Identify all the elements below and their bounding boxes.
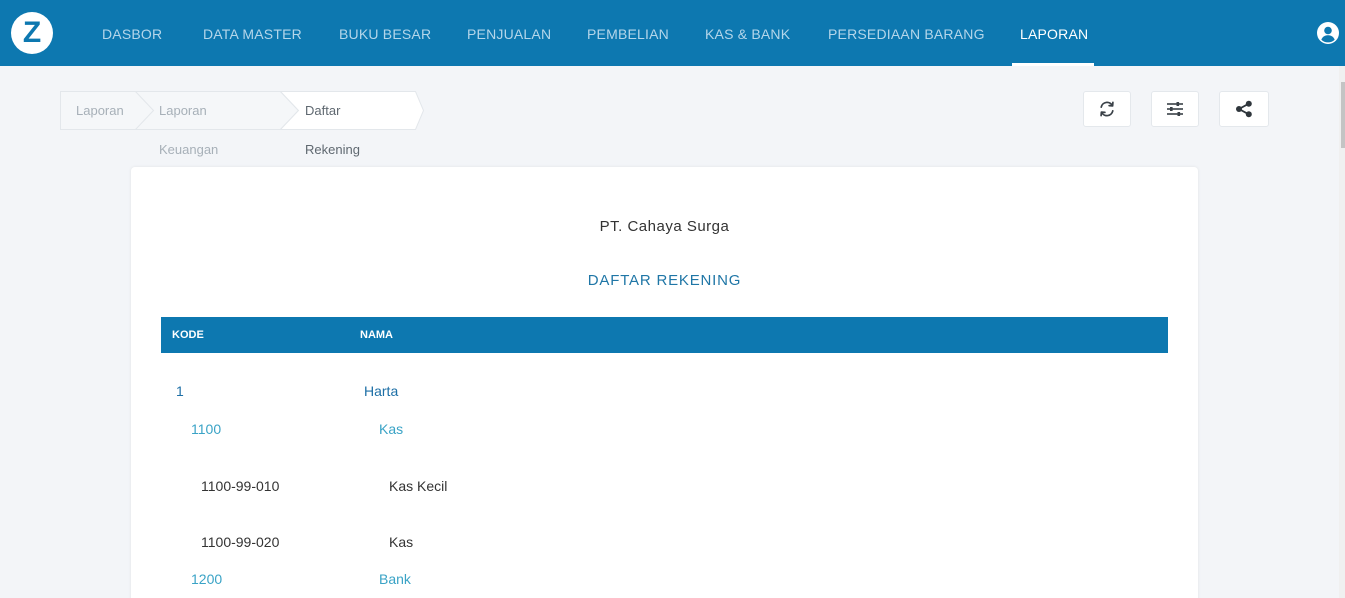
account-code: 1100-99-020: [201, 534, 280, 550]
account-name[interactable]: Bank: [379, 571, 411, 587]
top-navbar: Z DASBOR DATA MASTER BUKU BESAR PENJUALA…: [0, 0, 1345, 66]
nav-dasbor[interactable]: DASBOR: [102, 0, 162, 66]
account-code: 1100-99-010: [201, 478, 280, 494]
account-name[interactable]: Kas: [389, 534, 413, 550]
share-icon: [1236, 100, 1252, 118]
breadcrumb-laporan[interactable]: Laporan: [76, 91, 124, 130]
column-header-kode: KODE: [172, 329, 204, 341]
nav-pembelian[interactable]: PEMBELIAN: [587, 0, 669, 66]
app-logo[interactable]: Z: [11, 12, 53, 54]
account-code: 1: [176, 383, 184, 399]
report-title: DAFTAR REKENING: [587, 272, 742, 289]
sliders-icon: [1167, 102, 1183, 116]
nav-buku-besar[interactable]: BUKU BESAR: [339, 0, 431, 66]
nav-penjualan[interactable]: PENJUALAN: [467, 0, 551, 66]
nav-laporan[interactable]: LAPORAN: [1020, 0, 1088, 66]
account-code: 1100: [191, 421, 222, 437]
breadcrumb-daftar-rekening: Daftar Rekening: [305, 103, 360, 157]
company-name: PT. Cahaya Surga: [599, 218, 730, 235]
user-account-icon[interactable]: [1317, 22, 1339, 44]
refresh-button[interactable]: [1083, 91, 1131, 127]
breadcrumb-laporan-keuangan[interactable]: Laporan Keuangan: [159, 91, 218, 157]
share-button[interactable]: [1219, 91, 1269, 127]
account-name[interactable]: Harta: [364, 383, 398, 399]
active-nav-indicator: [1012, 63, 1094, 66]
column-header-nama: NAMA: [360, 329, 393, 341]
table-header: KODE NAMA: [161, 317, 1168, 353]
nav-data-master[interactable]: DATA MASTER: [203, 0, 302, 66]
account-name[interactable]: Kas: [379, 421, 403, 437]
nav-persediaan-barang[interactable]: PERSEDIAAN BARANG: [828, 0, 985, 66]
account-code: 1200: [191, 571, 223, 587]
account-name[interactable]: Kas Kecil: [389, 478, 447, 494]
logo-letter: Z: [22, 16, 42, 49]
nav-kas-bank[interactable]: KAS & BANK: [705, 0, 790, 66]
filter-settings-button[interactable]: [1151, 91, 1199, 127]
scrollbar-thumb[interactable]: [1341, 82, 1345, 148]
refresh-icon: [1100, 101, 1114, 117]
